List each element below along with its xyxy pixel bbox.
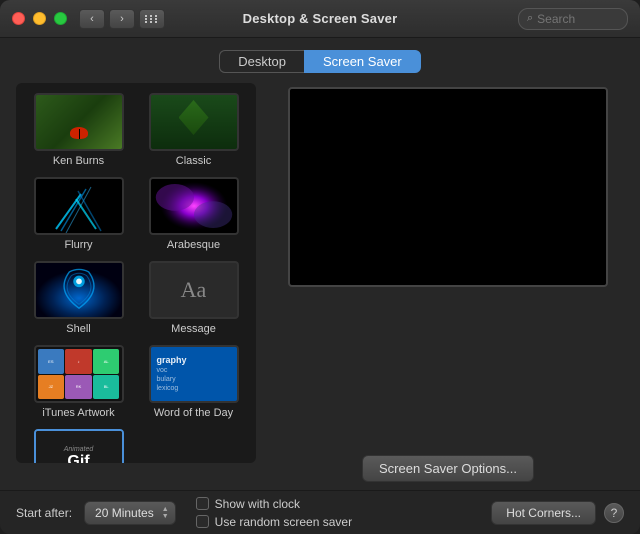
chevron-down-icon: ▼ — [162, 513, 169, 520]
word-thumb-text1: graphy — [157, 355, 187, 367]
maximize-button[interactable] — [54, 12, 67, 25]
saver-label-arabesque: Arabesque — [167, 239, 220, 251]
close-button[interactable] — [12, 12, 25, 25]
saver-list: Ken Burns Classic — [16, 83, 256, 463]
saver-label-shell: Shell — [66, 323, 90, 335]
search-icon: ⌕ — [527, 12, 533, 25]
saver-thumb-message: Aa — [149, 261, 239, 319]
tab-screensaver[interactable]: Screen Saver — [304, 50, 421, 73]
hot-corners-button[interactable]: Hot Corners... — [491, 501, 596, 525]
show-clock-checkbox[interactable] — [196, 497, 209, 510]
back-button[interactable]: ‹ — [79, 9, 105, 29]
search-input[interactable] — [537, 12, 617, 26]
start-after-select[interactable]: 20 Minutes ▲ ▼ — [84, 501, 176, 525]
random-saver-row: Use random screen saver — [196, 515, 352, 529]
saver-thumb-word-of-day: graphy voc bulary lexicog — [149, 345, 239, 403]
saver-thumb-shell — [34, 261, 124, 319]
saver-item-classic[interactable]: Classic — [139, 91, 248, 169]
saver-thumb-animated-gif: Animated Gif — [34, 429, 124, 463]
animated-thumb-text-big: Gif — [67, 454, 89, 463]
saver-item-arabesque[interactable]: Arabesque — [139, 175, 248, 253]
bottom-bar: Start after: 20 Minutes ▲ ▼ Show with cl… — [0, 490, 640, 534]
saver-label-flurry: Flurry — [64, 239, 92, 251]
search-box[interactable]: ⌕ — [518, 8, 628, 30]
show-clock-label: Show with clock — [215, 497, 300, 511]
show-clock-row: Show with clock — [196, 497, 352, 511]
saver-item-shell[interactable]: Shell — [24, 259, 133, 337]
saver-item-flurry[interactable]: Flurry — [24, 175, 133, 253]
body-area: Ken Burns Classic — [0, 83, 640, 490]
tab-desktop[interactable]: Desktop — [219, 50, 304, 73]
saver-item-word-of-day[interactable]: graphy voc bulary lexicog Word of the Da… — [139, 343, 248, 421]
help-button[interactable]: ? — [604, 503, 624, 523]
checkbox-group: Show with clock Use random screen saver — [196, 497, 352, 529]
minimize-button[interactable] — [33, 12, 46, 25]
tab-bar: Desktop Screen Saver — [0, 38, 640, 83]
preview-screen — [288, 87, 608, 287]
start-after-label: Start after: — [16, 506, 72, 520]
start-after-value: 20 Minutes — [95, 506, 154, 520]
word-thumb-text4: lexicog — [157, 384, 179, 393]
random-saver-checkbox[interactable] — [196, 515, 209, 528]
preview-area: Screen Saver Options... — [272, 83, 624, 490]
saver-thumb-classic — [149, 93, 239, 151]
select-arrows: ▲ ▼ — [162, 506, 169, 520]
message-aa-text: Aa — [181, 277, 207, 303]
traffic-lights — [12, 12, 67, 25]
word-thumb-text2: voc — [157, 366, 168, 375]
saver-thumb-itunes-artwork: ES ♪ AL JZ RK BL — [34, 345, 124, 403]
saver-thumb-ken-burns — [34, 93, 124, 151]
screen-saver-options-button[interactable]: Screen Saver Options... — [362, 455, 534, 482]
nav-buttons: ‹ › — [79, 9, 135, 29]
window-title: Desktop & Screen Saver — [243, 11, 398, 26]
saver-label-classic: Classic — [176, 155, 211, 167]
saver-item-itunes-artwork[interactable]: ES ♪ AL JZ RK BL iTunes Artwork — [24, 343, 133, 421]
saver-label-ken-burns: Ken Burns — [53, 155, 104, 167]
saver-item-ken-burns[interactable]: Ken Burns — [24, 91, 133, 169]
saver-label-word-of-day: Word of the Day — [154, 407, 233, 419]
grid-button[interactable] — [139, 9, 165, 29]
saver-thumb-flurry — [34, 177, 124, 235]
saver-item-message[interactable]: Aa Message — [139, 259, 248, 337]
forward-button[interactable]: › — [109, 9, 135, 29]
saver-thumb-arabesque — [149, 177, 239, 235]
titlebar: ‹ › Desktop & Screen Saver ⌕ — [0, 0, 640, 38]
saver-item-animated-gif[interactable]: Animated Gif AnimatedGif — [24, 427, 133, 463]
main-content: Desktop Screen Saver Ken Burns — [0, 38, 640, 534]
chevron-up-icon: ▲ — [162, 506, 169, 513]
word-thumb-text3: bulary — [157, 375, 176, 384]
bottom-right-buttons: Hot Corners... ? — [491, 501, 624, 525]
random-saver-label: Use random screen saver — [215, 515, 352, 529]
saver-label-itunes-artwork: iTunes Artwork — [42, 407, 114, 419]
saver-label-message: Message — [171, 323, 216, 335]
